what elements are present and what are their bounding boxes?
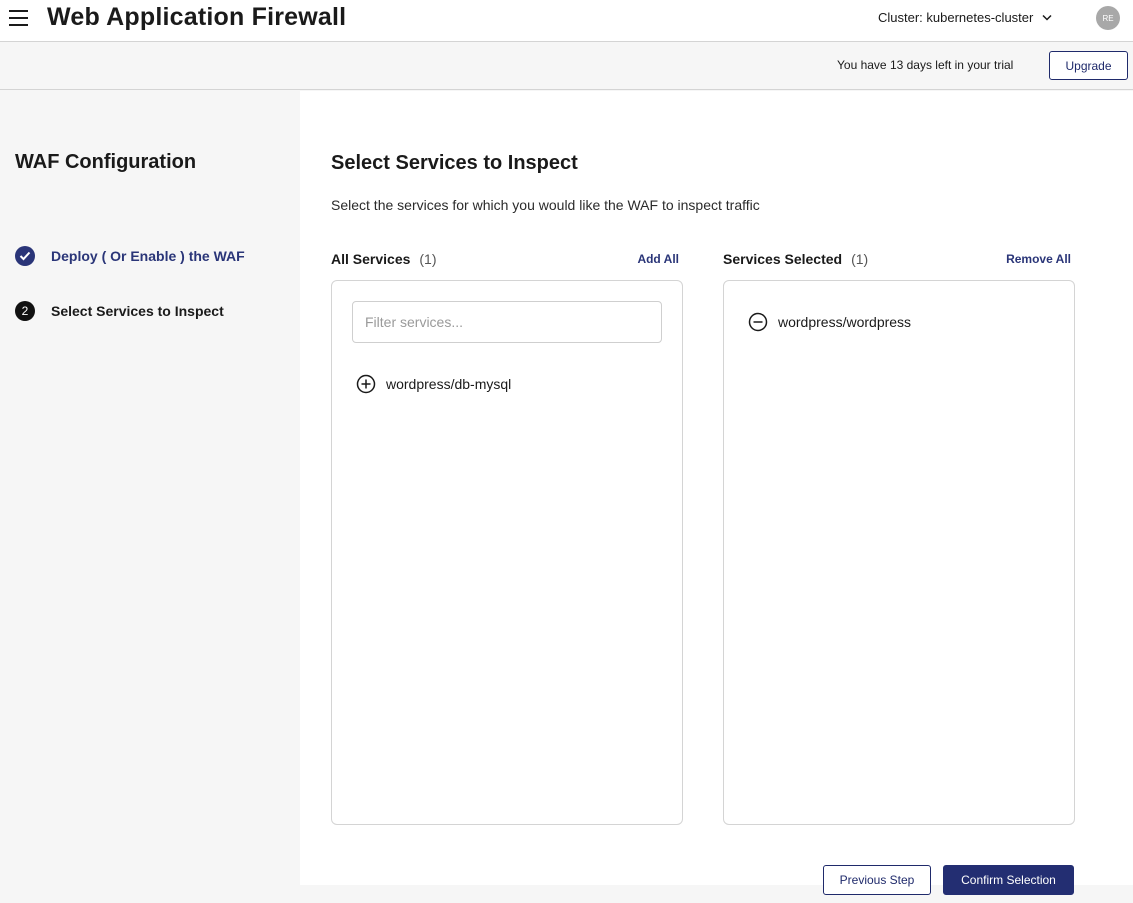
main-content: Select Services to Inspect Select the se…: [300, 91, 1133, 885]
top-header: Web Application Firewall Cluster: kubern…: [0, 0, 1133, 42]
check-circle-icon: [15, 246, 35, 266]
upgrade-button[interactable]: Upgrade: [1049, 51, 1128, 80]
service-name: wordpress/wordpress: [778, 314, 912, 330]
cluster-selector[interactable]: Cluster: kubernetes-cluster: [878, 10, 1052, 25]
minus-circle-icon[interactable]: [748, 312, 768, 332]
filter-services-input[interactable]: [352, 301, 662, 343]
hamburger-menu-icon[interactable]: [8, 6, 30, 32]
all-services-header: All Services (1) Add All: [331, 249, 683, 269]
cluster-label: Cluster: kubernetes-cluster: [878, 10, 1034, 25]
app-title: Web Application Firewall: [47, 3, 347, 31]
all-services-panel: wordpress/db-mysql: [331, 280, 683, 825]
trial-message: You have 13 days left in your trial: [837, 58, 1014, 72]
page-subtitle: Select the services for which you would …: [331, 197, 760, 213]
service-name: wordpress/db-mysql: [386, 376, 512, 392]
remove-all-button[interactable]: Remove All: [1006, 252, 1071, 266]
step-deploy-waf[interactable]: Deploy ( Or Enable ) the WAF: [15, 246, 245, 266]
step-number-badge: 2: [15, 301, 35, 321]
selected-services-panel: wordpress/wordpress: [723, 280, 1075, 825]
selected-services-title: Services Selected (1): [723, 251, 868, 267]
add-all-button[interactable]: Add All: [637, 252, 679, 266]
all-services-title: All Services (1): [331, 251, 437, 267]
confirm-selection-button[interactable]: Confirm Selection: [943, 865, 1074, 895]
step-label: Deploy ( Or Enable ) the WAF: [51, 248, 245, 264]
sidebar-title: WAF Configuration: [15, 151, 197, 173]
selected-services-header: Services Selected (1) Remove All: [723, 249, 1075, 269]
all-services-label: All Services: [331, 251, 411, 267]
plus-circle-icon[interactable]: [356, 374, 376, 394]
step-label: Select Services to Inspect: [51, 303, 224, 319]
wizard-sidebar: WAF Configuration Deploy ( Or Enable ) t…: [0, 91, 300, 885]
chevron-down-icon: [1042, 14, 1052, 21]
step-select-services[interactable]: 2 Select Services to Inspect: [15, 301, 224, 321]
user-avatar[interactable]: RE: [1096, 6, 1120, 30]
selected-services-label: Services Selected: [723, 251, 843, 267]
all-services-count: (1): [419, 251, 437, 267]
list-item[interactable]: wordpress/wordpress: [748, 312, 911, 332]
list-item[interactable]: wordpress/db-mysql: [356, 374, 511, 394]
previous-step-button[interactable]: Previous Step: [823, 865, 931, 895]
selected-services-count: (1): [851, 251, 869, 267]
page-title: Select Services to Inspect: [331, 152, 578, 174]
trial-banner: You have 13 days left in your trial Upgr…: [0, 42, 1133, 90]
